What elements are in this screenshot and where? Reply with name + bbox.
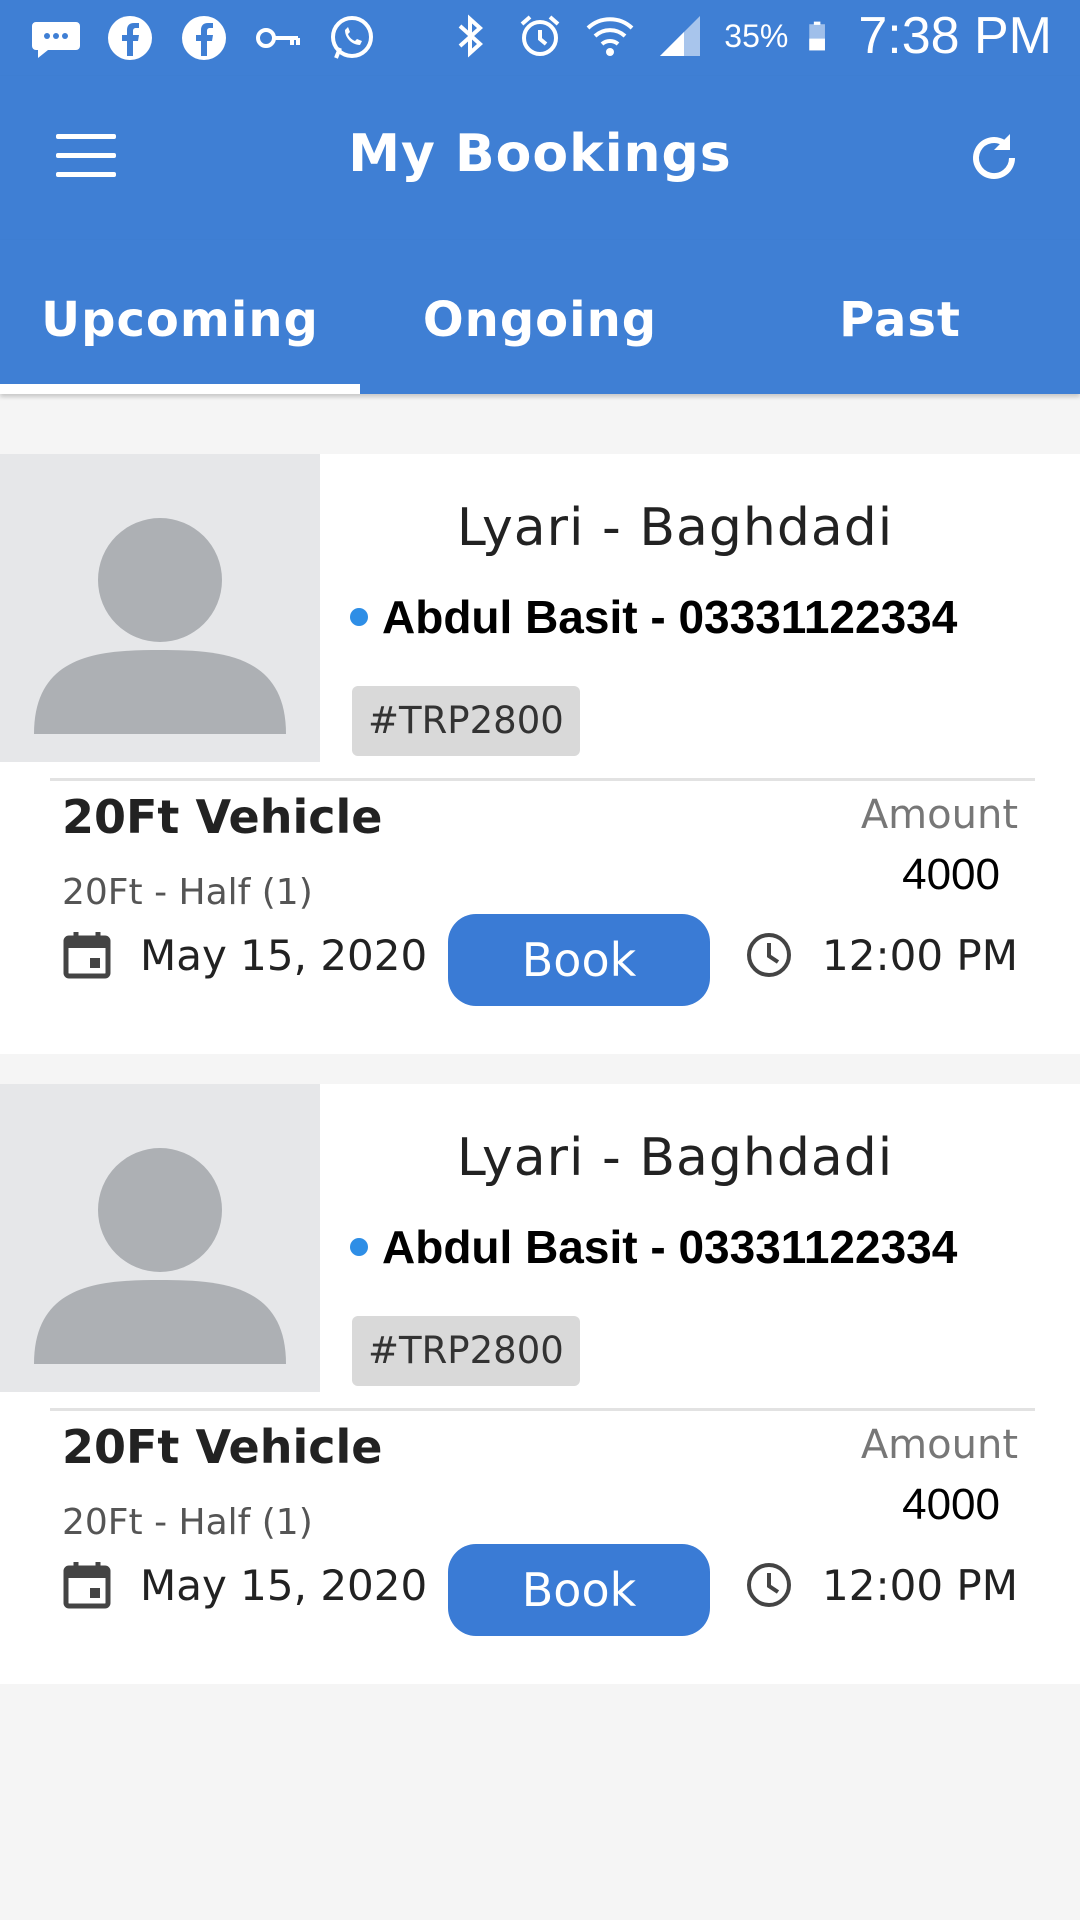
vehicle-name: 20Ft Vehicle	[62, 790, 383, 844]
trip-id-badge: #TRP2800	[352, 686, 580, 756]
vehicle-detail: 20Ft - Half (1)	[62, 872, 313, 910]
time-row: 12:00 PM	[744, 1560, 1018, 1610]
status-bar: 35% 7:38 PM	[0, 0, 1080, 76]
contact-text: Abdul Basit - 03331122334	[382, 1221, 958, 1273]
divider	[50, 778, 1035, 781]
vehicle-name: 20Ft Vehicle	[62, 1420, 383, 1474]
tab-bar: Upcoming Ongoing Past	[0, 240, 1080, 394]
booking-time: 12:00 PM	[822, 930, 1018, 980]
refresh-icon[interactable]	[964, 128, 1024, 188]
tab-ongoing[interactable]: Ongoing	[360, 240, 720, 394]
facebook-icon	[108, 16, 152, 60]
route-title: Lyari - Baghdadi	[456, 1128, 894, 1188]
date-row: May 15, 2020	[62, 930, 427, 980]
tab-past[interactable]: Past	[720, 240, 1080, 394]
book-button[interactable]: Book	[448, 1544, 710, 1636]
app-bar: My Bookings	[0, 76, 1080, 240]
battery-percent: 35%	[724, 17, 789, 54]
contact-info: Abdul Basit - 03331122334	[350, 1220, 957, 1274]
battery-icon	[809, 21, 826, 51]
key-icon	[256, 28, 300, 48]
avatar	[0, 1084, 320, 1392]
amount-value: 4000	[902, 850, 1000, 899]
contact-text: Abdul Basit - 03331122334	[382, 591, 958, 643]
book-button[interactable]: Book	[448, 914, 710, 1006]
divider	[50, 1408, 1035, 1411]
avatar	[0, 454, 320, 762]
person-placeholder-icon	[34, 1148, 286, 1364]
calendar-icon	[63, 1562, 111, 1609]
clock-icon	[747, 933, 792, 977]
tab-upcoming[interactable]: Upcoming	[0, 240, 360, 394]
person-placeholder-icon	[34, 518, 286, 734]
alarm-icon	[520, 15, 560, 56]
route-title: Lyari - Baghdadi	[456, 498, 894, 558]
vehicle-detail: 20Ft - Half (1)	[62, 1502, 313, 1540]
booking-time: 12:00 PM	[822, 1560, 1018, 1610]
booking-date: May 15, 2020	[140, 930, 428, 980]
bluetooth-icon	[458, 14, 484, 58]
date-row: May 15, 2020	[62, 1560, 427, 1610]
booking-card[interactable]: Lyari - Baghdadi Abdul Basit - 033311223…	[0, 1084, 1080, 1684]
chat-bubble-icon	[32, 22, 80, 58]
amount-value: 4000	[902, 1480, 1000, 1529]
facebook-icon	[182, 16, 226, 60]
status-dot	[350, 1238, 368, 1256]
amount-label: Amount	[860, 1422, 1018, 1468]
calendar-icon	[63, 932, 111, 979]
status-dot	[350, 608, 368, 626]
time-row: 12:00 PM	[744, 930, 1018, 980]
booking-date: May 15, 2020	[140, 1560, 428, 1610]
page-title: My Bookings	[348, 124, 732, 184]
amount-label: Amount	[860, 792, 1018, 838]
booking-card[interactable]: Lyari - Baghdadi Abdul Basit - 033311223…	[0, 454, 1080, 1054]
wifi-icon	[586, 17, 634, 56]
signal-icon	[660, 16, 701, 56]
whatsapp-icon	[331, 16, 373, 59]
trip-id-badge: #TRP2800	[352, 1316, 580, 1386]
clock-icon	[747, 1563, 792, 1607]
contact-info: Abdul Basit - 03331122334	[350, 590, 957, 644]
clock-time: 7:38 PM	[858, 7, 1052, 65]
